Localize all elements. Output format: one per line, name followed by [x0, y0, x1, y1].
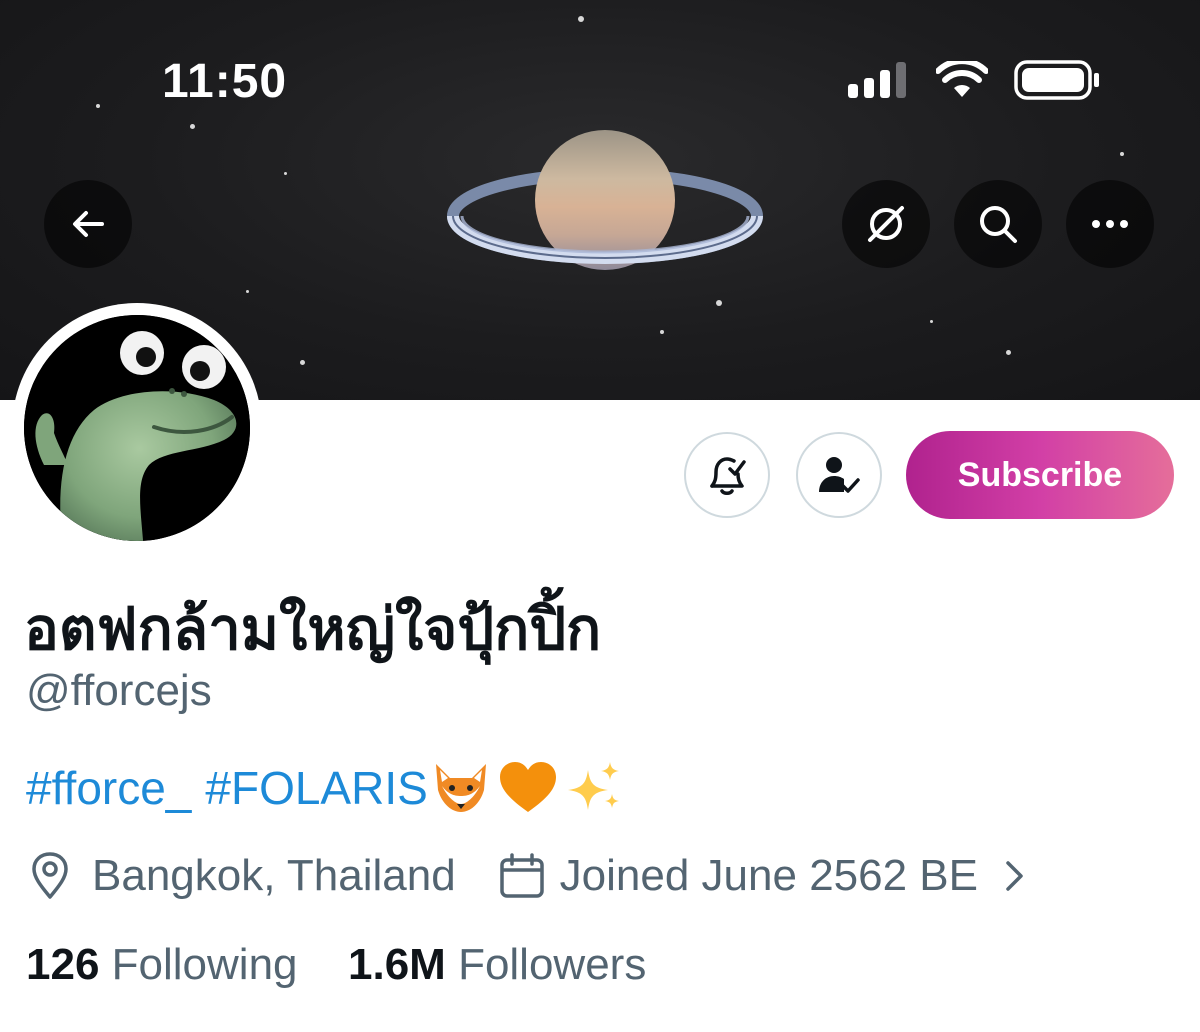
cellular-signal-icon: [848, 62, 906, 98]
display-name: อตฟกล้ามใหญ่ใจปุ้กปิ้ก: [24, 595, 602, 663]
search-icon: [980, 206, 1017, 243]
profile-stats: 126 Following 1.6M Followers: [26, 940, 646, 990]
following-button[interactable]: [796, 432, 882, 518]
frog-avatar-illustration: [24, 315, 250, 541]
orange-heart-emoji: [499, 762, 556, 812]
notifications-button[interactable]: [684, 432, 770, 518]
followers-label: Followers: [458, 940, 647, 989]
profile-handle: @fforcejs: [26, 666, 212, 715]
followers-stat[interactable]: 1.6M Followers: [348, 940, 646, 989]
hashtag-link[interactable]: #fforce_: [26, 761, 191, 815]
banner-star: [930, 320, 933, 323]
following-stat[interactable]: 126 Following: [26, 940, 298, 989]
banner-star: [578, 16, 584, 22]
fox-emoji: [435, 764, 486, 812]
person-check-icon: [819, 457, 860, 493]
subscribe-button[interactable]: Subscribe: [906, 431, 1174, 519]
followers-count: 1.6M: [348, 940, 446, 989]
status-time: 11:50: [162, 55, 288, 108]
hashtag-link[interactable]: #FOLARIS: [205, 761, 427, 815]
banner-star: [1006, 350, 1011, 355]
profile-location: Bangkok, Thailand: [92, 851, 456, 900]
profile-bio: #fforce_ #FOLARIS: [26, 760, 624, 816]
grok-button[interactable]: [842, 180, 930, 268]
following-count: 126: [26, 940, 100, 989]
banner-star: [660, 330, 664, 334]
chevron-right-icon[interactable]: [1000, 858, 1030, 894]
profile-meta: Bangkok, Thailand Joined June 2562 BE: [26, 848, 1030, 904]
calendar-icon: [499, 853, 544, 898]
more-button[interactable]: [1066, 180, 1154, 268]
banner-star: [190, 124, 195, 129]
avatar[interactable]: [12, 303, 262, 553]
banner-star: [246, 290, 249, 293]
subscribe-label: Subscribe: [957, 455, 1123, 494]
grok-icon: [868, 206, 904, 242]
banner-star: [96, 104, 100, 108]
avatar-image: [24, 315, 250, 541]
search-button[interactable]: [954, 180, 1042, 268]
more-dots-icon: [1092, 220, 1128, 228]
arrow-left-icon: [73, 211, 104, 237]
banner-star: [716, 300, 722, 306]
banner-star: [284, 172, 287, 175]
banner-star: [1120, 152, 1124, 156]
banner-star: [300, 360, 305, 365]
back-button[interactable]: [44, 180, 132, 268]
sparkles-emoji: [567, 762, 619, 810]
battery-icon: [1014, 60, 1099, 100]
saturn-image: [447, 130, 763, 270]
status-icons: [848, 60, 1100, 100]
following-label: Following: [111, 940, 298, 989]
profile-joined-date[interactable]: Joined June 2562 BE: [560, 851, 978, 901]
profile-page: 11:50 Subscribe อตฟกล้ามใหญ่ใจปุ้กปิ้ก @…: [0, 0, 1200, 1032]
bell-check-icon: [710, 457, 746, 495]
location-pin-icon: [32, 852, 68, 899]
wifi-icon: [936, 61, 988, 97]
